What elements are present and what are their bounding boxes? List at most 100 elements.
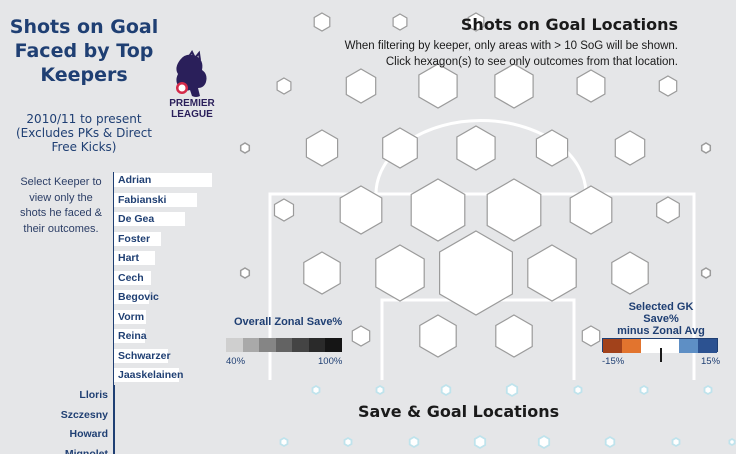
shot-zone-hexagon[interactable] xyxy=(495,314,533,358)
shot-zone-hexagon[interactable] xyxy=(418,63,458,109)
shot-zone-hexagon[interactable] xyxy=(276,77,292,95)
goal-location-hexagon[interactable] xyxy=(703,384,713,396)
shot-zone-hexagon[interactable] xyxy=(351,325,371,347)
legend-swatch xyxy=(242,338,259,352)
keeper-item[interactable]: Reina xyxy=(114,328,223,348)
premier-league-logo: PREMIER LEAGUE xyxy=(169,50,216,120)
goal-location-hexagon[interactable] xyxy=(473,434,487,450)
shot-zone-hexagon[interactable] xyxy=(535,129,569,167)
goal-location-hexagon[interactable] xyxy=(505,382,519,398)
keeper-filter-list-more: Lloris Szczesny Howard Mignolet xyxy=(56,387,116,454)
keeper-name: Vorm xyxy=(118,310,145,323)
goal-location-hexagon[interactable] xyxy=(375,384,385,396)
shot-zone-hexagon[interactable] xyxy=(456,125,496,171)
shot-zone-hexagon[interactable] xyxy=(581,325,601,347)
keeper-item[interactable]: Jaaskelainen xyxy=(114,367,223,387)
shot-zone-hexagon[interactable] xyxy=(576,69,606,103)
keeper-name: Begovic xyxy=(118,291,159,303)
legend-swatch xyxy=(679,339,698,353)
shot-zone-hexagon[interactable] xyxy=(239,142,251,154)
keeper-name: Fabianski xyxy=(118,193,167,206)
desc-line-1: When filtering by keeper, only areas wit… xyxy=(344,40,678,52)
legend-swatch xyxy=(660,339,679,353)
shot-zone-hexagon[interactable] xyxy=(439,230,513,316)
keeper-item[interactable]: Schwarzer xyxy=(114,348,223,368)
keeper-item[interactable]: Adrian xyxy=(114,172,223,192)
shot-zone-hexagon[interactable] xyxy=(375,244,425,302)
shot-zone-hexagon[interactable] xyxy=(700,142,712,154)
keeper-filter-list: Adrian Fabianski De Gea Foster Hart Cech Begov… xyxy=(113,172,223,387)
goal-location-hexagon[interactable] xyxy=(343,436,353,448)
legend-swatch xyxy=(259,338,276,352)
shot-zone-hexagon[interactable] xyxy=(527,244,577,302)
shot-zone-hexagon[interactable] xyxy=(419,314,457,358)
keeper-item[interactable]: Hart xyxy=(114,250,223,270)
shot-zone-hexagon[interactable] xyxy=(410,178,466,242)
shot-zone-hexagon[interactable] xyxy=(700,267,712,279)
keeper-item[interactable]: Begovic xyxy=(114,289,223,309)
keeper-name: De Gea xyxy=(118,213,155,225)
save-goal-title: Save & Goal Locations xyxy=(358,402,560,421)
shot-zone-hexagon[interactable] xyxy=(273,198,295,222)
shots-locations-description: When filtering by keeper, only areas wit… xyxy=(345,38,678,70)
legend-swatch xyxy=(308,338,325,352)
keeper-hint: Select Keeper to view only the shots he … xyxy=(20,176,102,235)
keeper-name: Hart xyxy=(118,252,140,264)
shot-zone-hexagon[interactable] xyxy=(494,63,534,109)
shot-zone-hexagon[interactable] xyxy=(345,68,377,104)
legend-swatch xyxy=(275,338,292,352)
goal-location-hexagon[interactable] xyxy=(537,434,551,450)
shot-zone-hexagon[interactable] xyxy=(611,251,649,295)
legend-overall-max: 100% xyxy=(318,356,343,367)
keeper-name: Cech xyxy=(118,271,144,284)
shot-zone-hexagon[interactable] xyxy=(305,129,339,167)
goal-location-hexagon[interactable] xyxy=(573,384,583,396)
goal-location-hexagon[interactable] xyxy=(728,437,736,447)
goal-location-hexagon[interactable] xyxy=(639,384,649,396)
goal-location-hexagon[interactable] xyxy=(279,436,289,448)
keeper-item[interactable]: Szczesny xyxy=(56,407,116,427)
keeper-name: Schwarzer xyxy=(118,349,171,362)
legend-selected-title-line1: Selected GK Save% xyxy=(628,301,694,325)
goal-location-hexagon[interactable] xyxy=(408,435,420,449)
keeper-name: Reina xyxy=(118,330,147,342)
dashboard-subtitle: 2010/11 to present (Excludes PKs & Direc… xyxy=(15,112,153,154)
goal-location-hexagon[interactable] xyxy=(440,383,452,397)
shot-zone-hexagon[interactable] xyxy=(614,130,646,166)
keeper-item[interactable]: Foster xyxy=(114,231,223,251)
keeper-item[interactable]: Mignolet xyxy=(56,446,116,454)
shot-zone-hexagon[interactable] xyxy=(392,13,408,31)
dashboard-title: Shots on Goal Faced by Top Keepers xyxy=(9,16,159,86)
desc-line-2: Click hexagon(s) to see only outcomes fr… xyxy=(385,56,678,68)
legend-selected-title: Selected GK Save% minus Zonal Avg xyxy=(611,301,711,337)
shots-locations-title: Shots on Goal Locations xyxy=(460,15,678,34)
goal-location-hexagon[interactable] xyxy=(311,384,321,396)
legend-swatch xyxy=(603,339,622,353)
legend-swatch xyxy=(325,338,342,352)
left-panel: Shots on Goal Faced by Top Keepers 2010/… xyxy=(0,0,228,454)
keeper-name: Foster xyxy=(118,232,151,245)
keeper-name: Adrian xyxy=(118,174,152,186)
keeper-item[interactable]: Vorm xyxy=(114,309,223,329)
shot-zone-hexagon[interactable] xyxy=(239,267,251,279)
logo-text-league: LEAGUE xyxy=(171,109,213,120)
keeper-item[interactable]: Lloris xyxy=(56,387,116,407)
keeper-item[interactable]: Cech xyxy=(114,270,223,290)
legend-overall-min: 40% xyxy=(226,356,246,367)
goal-location-hexagon[interactable] xyxy=(671,436,681,448)
goal-location-hexagon[interactable] xyxy=(604,435,616,449)
shot-zone-hexagon[interactable] xyxy=(656,196,680,224)
legend-selected-max: 15% xyxy=(701,356,721,367)
legend-selected-min: -15% xyxy=(602,356,625,367)
shot-zone-hexagon[interactable] xyxy=(486,178,542,242)
shot-zone-hexagon[interactable] xyxy=(303,251,341,295)
legend-selected-title-line2: minus Zonal Avg xyxy=(617,325,705,337)
legend-swatch xyxy=(292,338,309,352)
logo-text-premier: PREMIER xyxy=(169,98,215,109)
shot-zone-hexagon[interactable] xyxy=(658,75,678,97)
shot-zone-hexagon[interactable] xyxy=(313,12,331,32)
keeper-item[interactable]: Howard xyxy=(56,426,116,446)
keeper-item[interactable]: De Gea xyxy=(114,211,223,231)
keeper-item[interactable]: Fabianski xyxy=(114,192,223,212)
legend-swatch xyxy=(641,339,660,353)
